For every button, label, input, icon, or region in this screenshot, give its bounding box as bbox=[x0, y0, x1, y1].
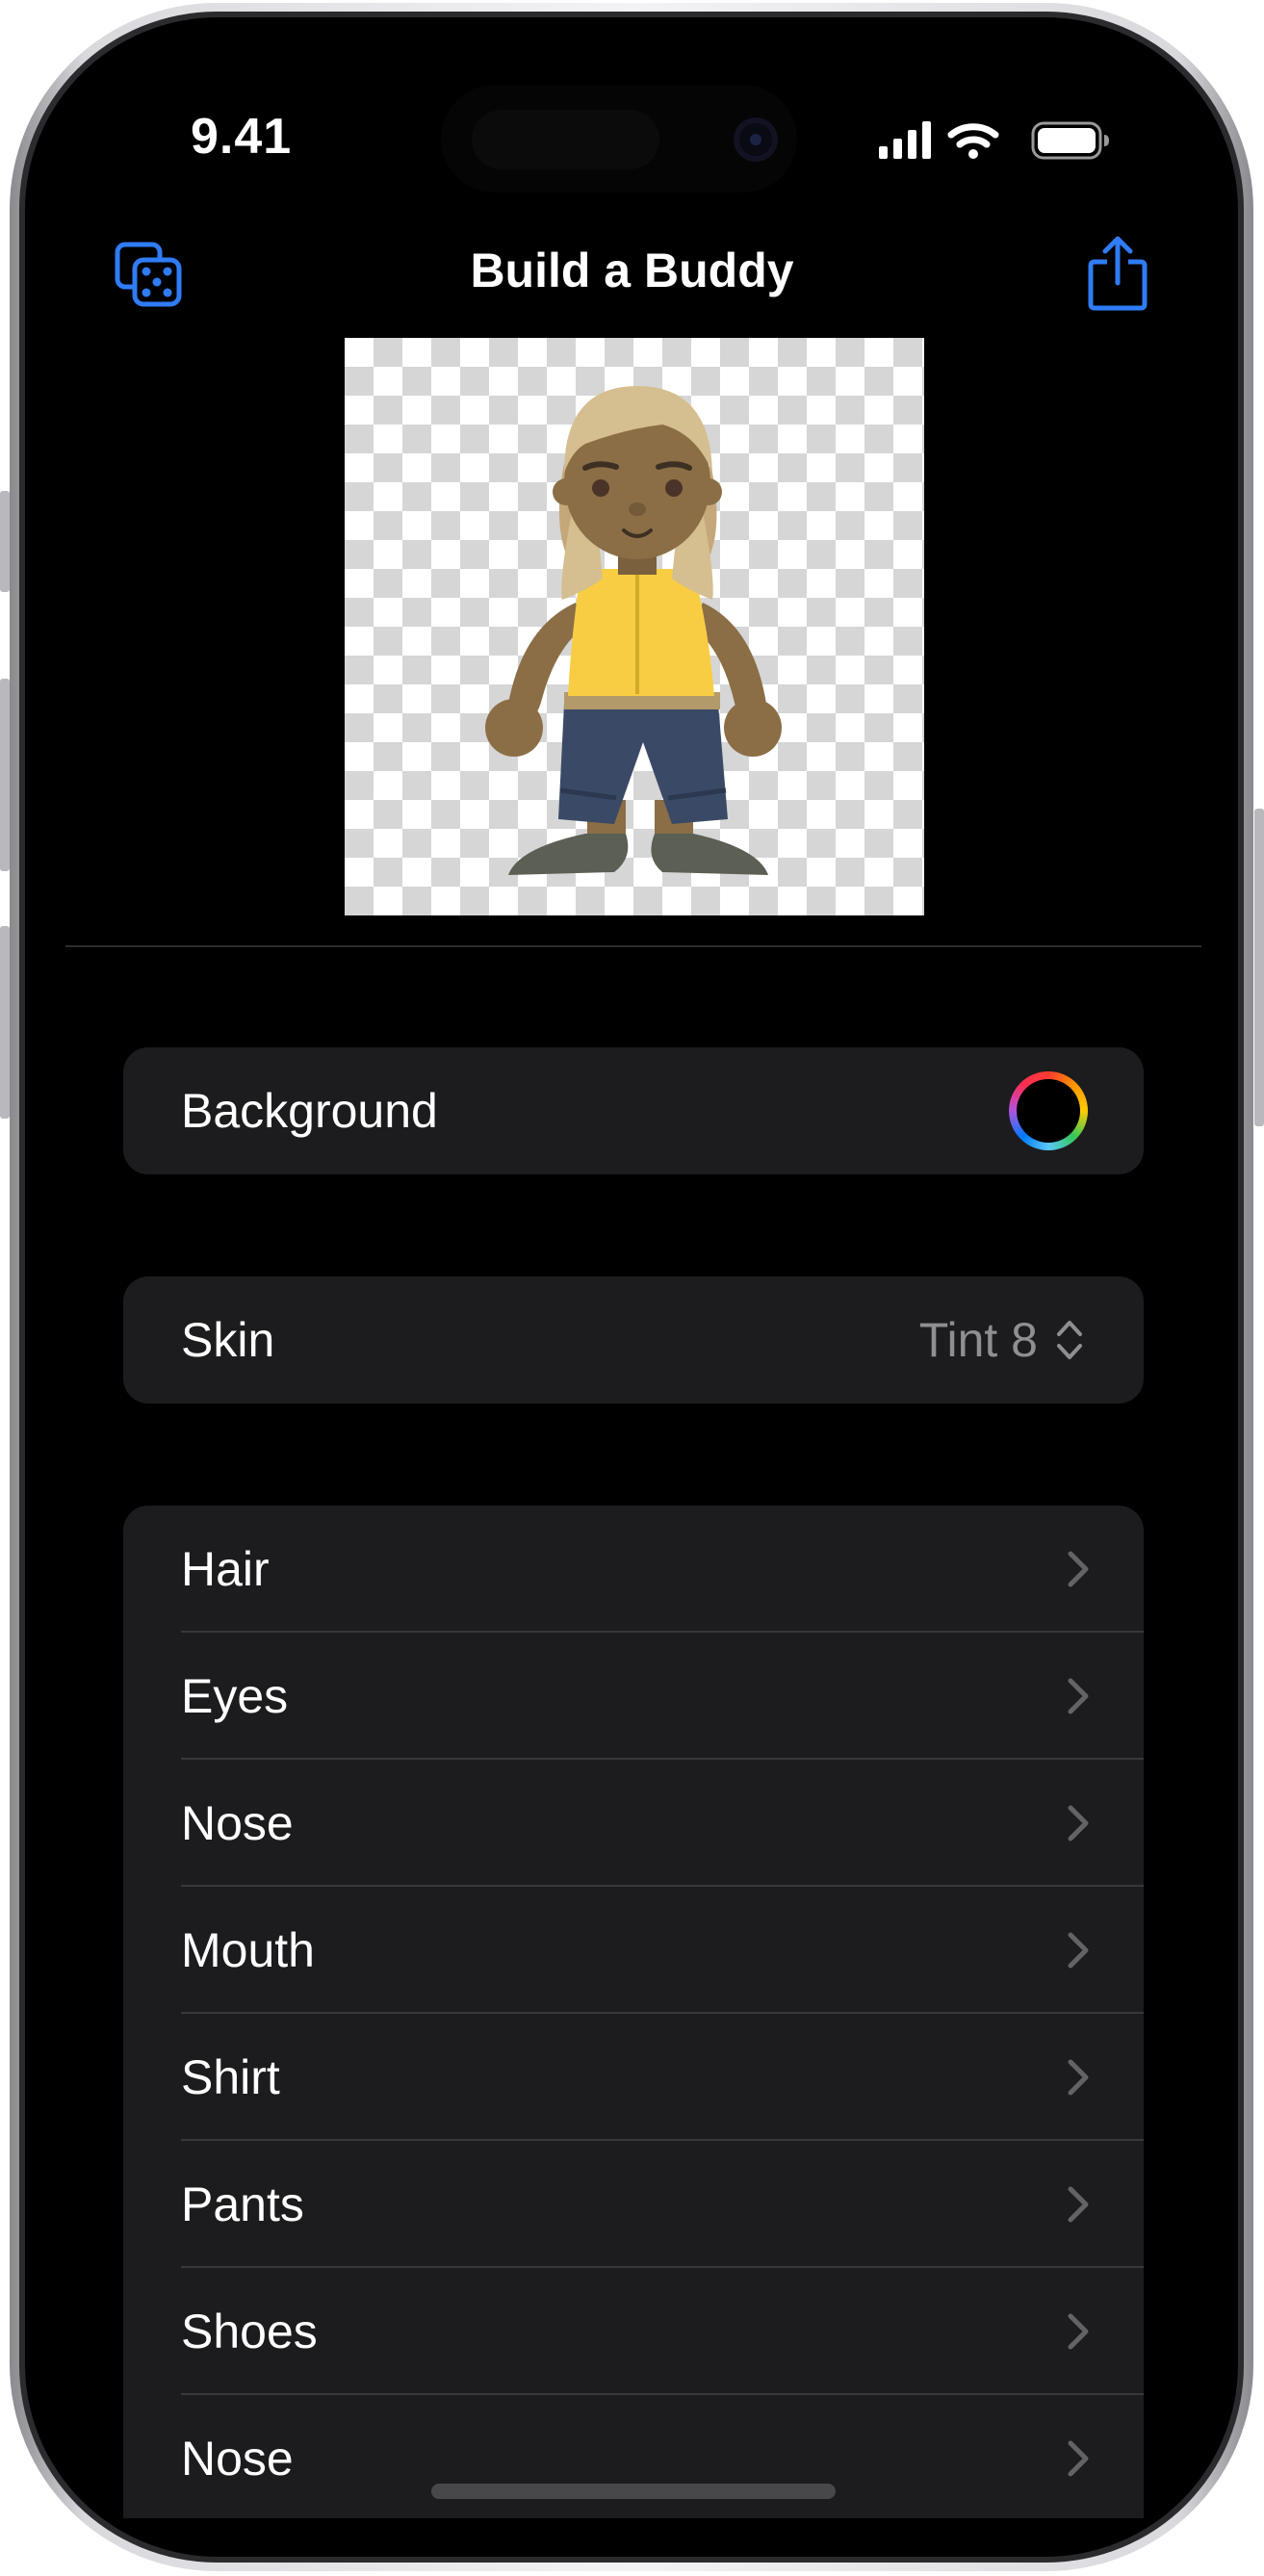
feature-label: Hair bbox=[181, 1542, 270, 1596]
action-button bbox=[0, 491, 10, 592]
skin-group: Skin Tint 8 bbox=[123, 1276, 1144, 1404]
volume-down-button bbox=[0, 926, 10, 1119]
chevron-right-icon bbox=[1068, 1678, 1089, 1714]
skin-row[interactable]: Skin Tint 8 bbox=[123, 1276, 1144, 1404]
feature-row-eyes[interactable]: Eyes bbox=[123, 1633, 1144, 1760]
features-group: Hair Eyes Nose Mouth Shirt Pants Shoes N… bbox=[123, 1506, 1144, 2518]
buddy-preview bbox=[345, 338, 924, 915]
chevron-right-icon bbox=[1068, 2059, 1089, 2096]
feature-row-pants[interactable]: Pants bbox=[123, 2141, 1144, 2268]
cellular-signal-icon bbox=[879, 121, 931, 159]
skin-value: Tint 8 bbox=[918, 1313, 1038, 1367]
feature-label: Nose bbox=[181, 2432, 294, 2486]
status-time: 9.41 bbox=[191, 109, 293, 165]
island-sensor bbox=[472, 110, 659, 169]
feature-row-hair[interactable]: Hair bbox=[123, 1506, 1144, 1633]
chevron-right-icon bbox=[1068, 1932, 1089, 1969]
background-group: Background bbox=[123, 1047, 1144, 1174]
wifi-icon bbox=[947, 123, 999, 159]
background-row[interactable]: Background bbox=[123, 1047, 1144, 1174]
page-title: Build a Buddy bbox=[470, 244, 794, 297]
background-label: Background bbox=[181, 1084, 438, 1138]
color-picker-icon[interactable] bbox=[1009, 1071, 1088, 1150]
share-button[interactable] bbox=[1088, 235, 1148, 312]
feature-label: Pants bbox=[181, 2177, 304, 2231]
share-icon bbox=[1088, 236, 1148, 311]
feature-row-mouth[interactable]: Mouth bbox=[123, 1887, 1144, 2014]
feature-label: Mouth bbox=[181, 1923, 315, 1977]
feature-row-nose-2[interactable]: Nose bbox=[123, 2395, 1144, 2518]
section-divider bbox=[65, 945, 1201, 947]
feature-label: Nose bbox=[181, 1796, 294, 1850]
feature-row-nose[interactable]: Nose bbox=[123, 1760, 1144, 1887]
feature-row-shirt[interactable]: Shirt bbox=[123, 2014, 1144, 2141]
battery-icon bbox=[1031, 121, 1109, 160]
feature-row-shoes[interactable]: Shoes bbox=[123, 2268, 1144, 2395]
chevron-right-icon bbox=[1068, 2440, 1089, 2477]
chevron-right-icon bbox=[1068, 2313, 1089, 2350]
feature-label: Eyes bbox=[181, 1669, 289, 1723]
power-button bbox=[1254, 809, 1264, 1126]
status-icons bbox=[879, 121, 1109, 160]
chevron-right-icon bbox=[1068, 1551, 1089, 1587]
front-camera bbox=[734, 117, 778, 162]
home-indicator[interactable] bbox=[431, 2484, 836, 2499]
volume-up-button bbox=[0, 679, 10, 871]
up-down-chevron-icon bbox=[1057, 1321, 1082, 1359]
chevron-right-icon bbox=[1068, 1805, 1089, 1842]
skin-label: Skin bbox=[181, 1313, 275, 1367]
chevron-right-icon bbox=[1068, 2186, 1089, 2223]
feature-label: Shoes bbox=[181, 2305, 318, 2358]
buddy-figure bbox=[485, 386, 782, 875]
feature-label: Shirt bbox=[181, 2050, 280, 2104]
